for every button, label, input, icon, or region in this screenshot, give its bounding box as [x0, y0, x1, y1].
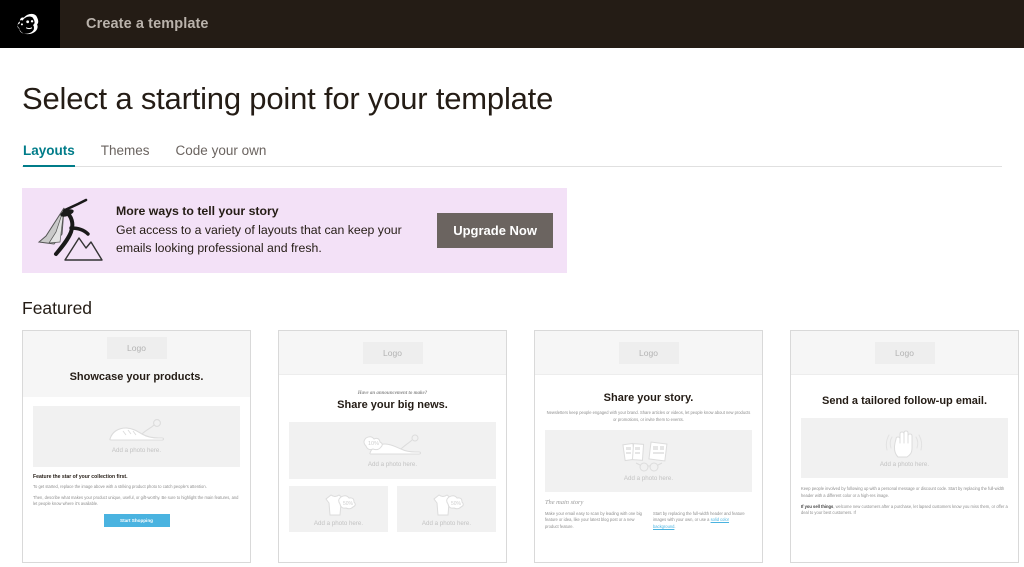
template-cta-button: Start Shopping — [103, 514, 170, 528]
template-body-paragraph-2: Then, describe what makes your product u… — [33, 494, 239, 507]
template-card-preview[interactable]: Logo Showcase your products. Add a photo… — [22, 330, 251, 563]
upgrade-now-button[interactable]: Upgrade Now — [437, 213, 553, 248]
template-heading: Share your big news. — [337, 399, 448, 411]
tab-layouts[interactable]: Layouts — [23, 143, 75, 167]
photo-placeholder: Add a photo here. — [801, 418, 1008, 479]
template-eyebrow: Have an announcement to make? — [357, 391, 428, 396]
photo-placeholder: Add a photo here. — [33, 406, 240, 468]
template-logo-header: Logo — [23, 331, 250, 365]
template-source-tabs: Layouts Themes Code your own — [22, 143, 1002, 167]
app-header-title: Create a template — [86, 16, 209, 32]
featured-section-heading: Featured — [22, 298, 93, 318]
tab-themes[interactable]: Themes — [101, 143, 150, 166]
app-header: Create a template — [0, 0, 1024, 48]
template-column-right-text-end: . — [674, 523, 676, 529]
logo-placeholder: Logo — [618, 341, 679, 364]
template-body-bold-lead: If you sell things — [801, 504, 834, 510]
shoe-with-10-percent-tag-illustration-icon: 10% — [363, 434, 421, 455]
photo-placeholder-caption: Add a photo here. — [421, 519, 472, 527]
template-heading: Share your story. — [603, 392, 694, 404]
template-column-right-text: Start by replacing the full-width header… — [653, 511, 745, 523]
template-heading: Send a tailored follow-up email. — [821, 395, 988, 407]
upgrade-banner: More ways to tell your story Get access … — [22, 188, 567, 273]
waving-hand-illustration-icon — [885, 430, 922, 458]
logo-placeholder: Logo — [362, 341, 423, 364]
svg-text:50%: 50% — [343, 501, 354, 507]
svg-text:10%: 10% — [368, 441, 379, 447]
template-card-make-an-announcement: Logo Have an announcement to make? Share… — [278, 330, 507, 567]
template-section-title: The main story — [545, 499, 584, 507]
upgrade-banner-text: More ways to tell your story Get access … — [116, 204, 437, 258]
template-body-paragraph-1: Keep people involved by following up wit… — [801, 486, 1005, 498]
photo-placeholder-caption: Add a photo here. — [367, 460, 418, 468]
template-card-follow-up: Logo Send a tailored follow-up email. Ad… — [790, 330, 1019, 567]
template-card-tell-a-story: Logo Share your story. Newsletters keep … — [534, 330, 763, 567]
template-body-paragraph-2: If you sell things, welcome new customer… — [801, 504, 1008, 517]
template-column-right: Start by replacing the full-width header… — [653, 511, 752, 530]
page-container: Select a starting point for your templat… — [0, 81, 1024, 567]
template-heading: Showcase your products. — [69, 371, 204, 383]
photo-placeholder: 50% Add a photo here. — [289, 486, 388, 533]
logo-placeholder: Logo — [106, 337, 167, 359]
upgrade-banner-title: More ways to tell your story — [116, 203, 279, 218]
template-card-sell-products: Logo Showcase your products. Add a photo… — [22, 330, 251, 567]
template-logo-header: Logo — [279, 331, 506, 374]
photo-placeholder-caption: Add a photo here. — [313, 519, 364, 527]
template-body-title: Feature the star of your collection firs… — [33, 474, 128, 481]
svg-text:50%: 50% — [451, 501, 462, 507]
logo-placeholder: Logo — [874, 341, 935, 364]
tab-code-your-own[interactable]: Code your own — [176, 143, 267, 166]
photo-placeholder: Add a photo here. — [545, 430, 752, 493]
template-card-preview[interactable]: Logo Share your story. Newsletters keep … — [534, 330, 763, 563]
tshirt-with-50-percent-tag-illustration-icon: 50% — [432, 494, 464, 516]
shoe-illustration-icon — [108, 419, 164, 441]
person-climbing-mountain-illustration-icon — [34, 198, 106, 264]
tshirt-with-50-percent-tag-illustration-icon: 50% — [324, 494, 356, 516]
template-card-grid: Logo Showcase your products. Add a photo… — [22, 330, 1019, 567]
photo-placeholder-caption: Add a photo here. — [879, 460, 930, 468]
template-logo-header: Logo — [791, 331, 1018, 374]
mailchimp-freddie-logo-icon[interactable] — [0, 0, 60, 48]
page-title: Select a starting point for your templat… — [22, 81, 554, 116]
photo-placeholder-caption: Add a photo here. — [623, 474, 674, 482]
photo-placeholder-caption: Add a photo here. — [111, 447, 162, 455]
template-subheading: Newsletters keep people engaged with you… — [546, 410, 751, 422]
upgrade-banner-body: Get access to a variety of layouts that … — [116, 222, 402, 255]
newspaper-and-glasses-illustration-icon — [621, 441, 667, 472]
template-column-left: Make your email easy to scan by leading … — [545, 511, 642, 529]
template-body-paragraph-1: To get started, replace the image above … — [33, 484, 207, 490]
template-card-preview[interactable]: Logo Send a tailored follow-up email. Ad… — [790, 330, 1019, 563]
template-logo-header: Logo — [535, 331, 762, 374]
photo-placeholder: 10% Add a photo here. — [289, 422, 496, 480]
photo-placeholder: 50% Add a photo here. — [397, 486, 496, 533]
template-card-preview[interactable]: Logo Have an announcement to make? Share… — [278, 330, 507, 563]
